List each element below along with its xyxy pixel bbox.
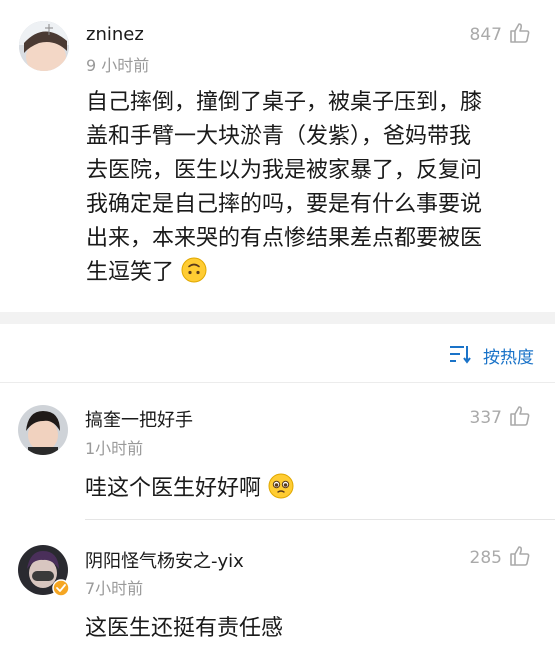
main-post: zninez 9 小时前 847 自己摔倒，撞倒了桌子，被桌子压到，膝 盖和手臂… xyxy=(0,0,555,312)
post-line: 去医院，医生以为我是被家暴了，反复问 xyxy=(86,158,483,183)
upside-down-face-icon xyxy=(181,257,207,283)
like-count[interactable]: 285 xyxy=(450,548,502,568)
post-time: 9 小时前 xyxy=(86,56,150,75)
comment-time: 7小时前 xyxy=(85,579,144,598)
commenter-name[interactable]: 搞奎一把好手 xyxy=(85,406,193,432)
commenter-avatar[interactable] xyxy=(18,405,68,455)
comment-text: 哇这个医生好好啊 xyxy=(85,476,262,501)
verified-badge-icon xyxy=(52,579,70,597)
post-line: 生逗笑了 xyxy=(86,260,175,285)
sort-by-hot-button[interactable]: 按热度 xyxy=(483,343,534,368)
commenter-name[interactable]: 阴阳怪气杨安之-yix xyxy=(85,547,244,573)
like-count[interactable]: 337 xyxy=(450,408,502,428)
comment-time: 1小时前 xyxy=(85,439,144,458)
post-line: 盖和手臂一大块淤青（发紫），爸妈带我 xyxy=(86,124,472,149)
post-content: 自己摔倒，撞倒了桌子，被桌子压到，膝 盖和手臂一大块淤青（发紫），爸妈带我 去医… xyxy=(86,86,482,290)
comment-text: 这医生还挺有责任感 xyxy=(85,616,284,641)
comment-content: 哇这个医生好好啊 xyxy=(85,472,294,506)
post-line: 出来，本来哭的有点惨结果差点都要被医 xyxy=(86,226,483,251)
pleading-face-icon xyxy=(268,473,294,499)
post-line-last: 生逗笑了 xyxy=(86,256,482,290)
author-avatar[interactable] xyxy=(19,21,69,71)
divider xyxy=(0,382,555,383)
divider xyxy=(85,519,555,520)
sort-icon[interactable] xyxy=(448,344,472,364)
thumbs-up-icon[interactable] xyxy=(509,405,531,427)
post-line: 我确定是自己摔的吗，要是有什么事要说 xyxy=(86,192,483,217)
like-count[interactable]: 847 xyxy=(450,25,502,45)
thumbs-up-icon[interactable] xyxy=(509,545,531,567)
section-separator xyxy=(0,312,555,324)
author-name[interactable]: zninez xyxy=(86,24,144,45)
post-line: 自己摔倒，撞倒了桌子，被桌子压到，膝 xyxy=(86,90,483,115)
thumbs-up-icon[interactable] xyxy=(509,22,531,44)
comment-content: 这医生还挺有责任感 xyxy=(85,612,283,646)
